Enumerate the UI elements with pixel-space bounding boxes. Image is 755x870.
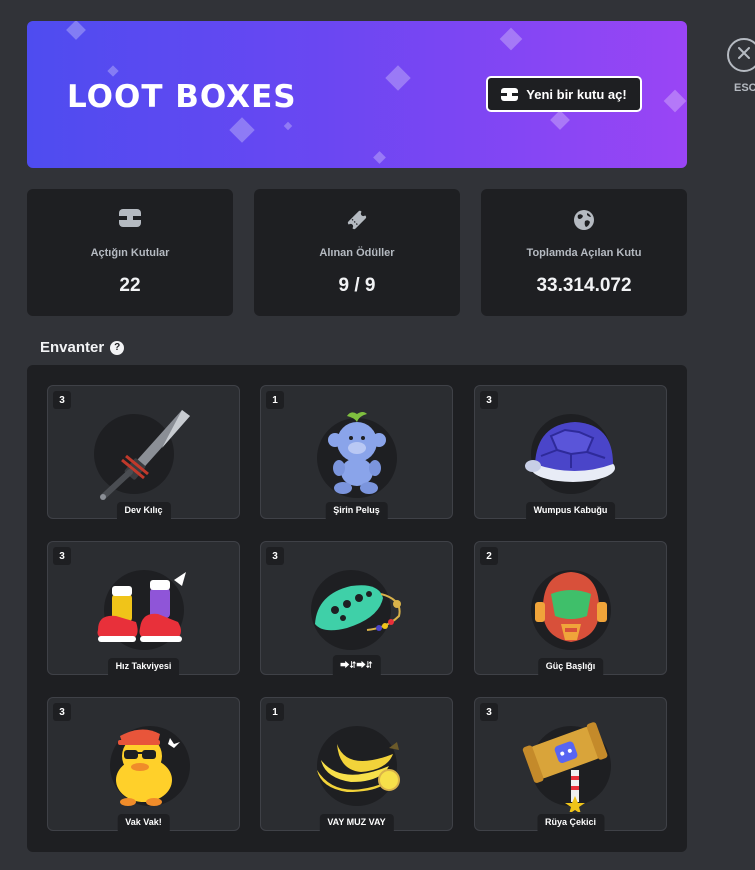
item-name: VAY MUZ VAY: [319, 814, 394, 831]
item-count: 3: [480, 391, 498, 409]
item-name: Dev Kılıç: [116, 502, 171, 519]
shell-icon: [521, 408, 621, 505]
stat-card-rewards: Alınan Ödüller 9 / 9: [254, 189, 460, 316]
item-name: Güç Başlığı: [537, 658, 604, 675]
item-name: Vak Vak!: [117, 814, 170, 831]
item-count: 1: [266, 703, 284, 721]
inventory-item[interactable]: 1 Şirin Peluş: [260, 385, 453, 519]
box-icon: [119, 209, 141, 232]
sparkle-decoration: [107, 65, 119, 77]
inventory-item[interactable]: 3 ⮕⮃⮕⮃: [260, 541, 453, 675]
shoes-icon: [94, 564, 194, 661]
stat-label: Açtığın Kutular: [90, 247, 170, 259]
helmet-icon: [521, 564, 621, 661]
stat-card-opened-boxes: Açtığın Kutular 22: [27, 189, 233, 316]
sparkle-decoration: [283, 121, 293, 131]
inventory-item[interactable]: 3 Vak Vak!: [47, 697, 240, 831]
item-name: Rüya Çekici: [536, 814, 605, 831]
sparkle-decoration: [550, 110, 570, 130]
inventory-title-text: Envanter: [40, 339, 105, 356]
loot-boxes-banner: LOOT BOXES Yeni bir kutu aç!: [27, 21, 687, 168]
stat-label: Toplamda Açılan Kutu: [526, 247, 642, 259]
item-count: 3: [53, 703, 71, 721]
close-control[interactable]: ESC: [727, 38, 755, 94]
loot-boxes-logo: LOOT BOXES: [67, 79, 297, 115]
item-name: Hız Takviyesi: [107, 658, 180, 675]
item-name: Wumpus Kabuğu: [525, 502, 616, 519]
item-count: 3: [480, 703, 498, 721]
plush-icon: [307, 408, 407, 505]
open-new-box-button[interactable]: Yeni bir kutu aç!: [486, 76, 642, 112]
item-name: ⮕⮃⮕⮃: [332, 655, 381, 675]
item-count: 3: [53, 547, 71, 565]
inventory-item[interactable]: 3 Rüya Çekici: [474, 697, 667, 831]
item-count: 2: [480, 547, 498, 565]
sparkle-decoration: [373, 151, 386, 164]
stat-label: Alınan Ödüller: [319, 247, 395, 259]
stat-value: 22: [119, 275, 141, 296]
sword-icon: [93, 408, 194, 505]
stat-value: 33.314.072: [536, 275, 632, 296]
sparkle-decoration: [663, 89, 687, 113]
item-name: Şirin Peluş: [325, 502, 388, 519]
sparkle-decoration: [229, 117, 255, 143]
item-count: 3: [266, 547, 284, 565]
inventory-title: Envanter ?: [40, 339, 125, 356]
box-icon: [501, 87, 519, 101]
open-new-box-label: Yeni bir kutu aç!: [526, 86, 627, 102]
inventory-item[interactable]: 3 Dev Kılıç: [47, 385, 240, 519]
item-count: 3: [53, 391, 71, 409]
inventory-item[interactable]: 3 Hız Takviyesi: [47, 541, 240, 675]
inventory-panel: 3 Dev Kılıç 1 Şirin Peluş 3 Wumpus Kabuğ…: [27, 365, 687, 852]
esc-label: ESC: [734, 82, 755, 94]
help-icon[interactable]: ?: [110, 340, 125, 355]
inventory-item[interactable]: 2 Güç Başlığı: [474, 541, 667, 675]
globe-icon: [573, 209, 595, 236]
ocarina-icon: [307, 564, 407, 661]
hammer-icon: [521, 720, 621, 817]
banana-icon: [307, 720, 407, 817]
close-icon: [738, 46, 750, 64]
inventory-item[interactable]: 3 Wumpus Kabuğu: [474, 385, 667, 519]
stat-value: 9 / 9: [338, 275, 376, 296]
stat-card-total-opened: Toplamda Açılan Kutu 33.314.072: [481, 189, 687, 316]
inventory-item[interactable]: 1 VAY MUZ VAY: [260, 697, 453, 831]
item-count: 1: [266, 391, 284, 409]
close-button[interactable]: [727, 38, 755, 72]
ticket-icon: [346, 209, 368, 236]
sparkle-decoration: [66, 21, 86, 40]
sparkle-decoration: [499, 27, 523, 51]
sparkle-decoration: [385, 65, 411, 91]
duck-icon: [94, 720, 194, 817]
